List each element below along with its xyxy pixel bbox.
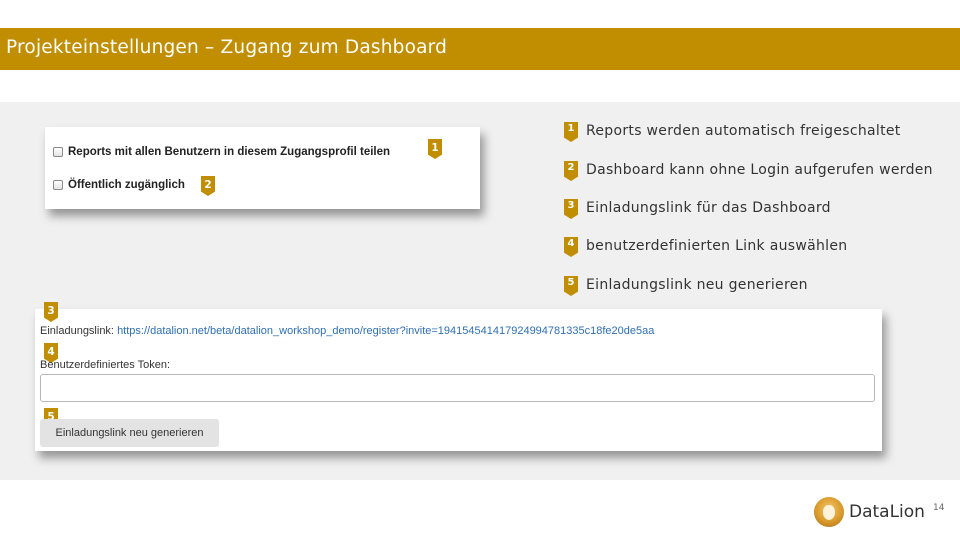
access-settings-panel: Reports mit allen Benutzern in diesem Zu… bbox=[45, 127, 480, 209]
logo-text: DataLion bbox=[849, 502, 925, 522]
custom-token-input[interactable] bbox=[40, 374, 875, 402]
legend-text-3: Einladungslink für das Dashboard bbox=[586, 200, 831, 216]
legend-badge-4: 4 bbox=[564, 237, 578, 257]
legend-item-4: 4 benutzerdefinierten Link auswählen bbox=[564, 237, 847, 257]
public-access-row: Öffentlich zugänglich bbox=[53, 179, 185, 191]
legend-item-2: 2 Dashboard kann ohne Login aufgerufen w… bbox=[564, 161, 933, 181]
share-reports-label: Reports mit allen Benutzern in diesem Zu… bbox=[68, 146, 391, 158]
lion-logo-icon bbox=[814, 497, 844, 527]
legend-text-4: benutzerdefinierten Link auswählen bbox=[586, 238, 848, 254]
callout-badge-2: 2 bbox=[201, 176, 215, 196]
legend-item-3: 3 Einladungslink für das Dashboard bbox=[564, 199, 831, 219]
page-number: 14 bbox=[933, 503, 945, 513]
legend-badge-2: 2 bbox=[564, 161, 578, 181]
legend-badge-1: 1 bbox=[564, 122, 578, 142]
slide-title: Projekteinstellungen – Zugang zum Dashbo… bbox=[6, 37, 448, 58]
public-access-checkbox[interactable] bbox=[53, 180, 63, 190]
regenerate-invite-button[interactable]: Einladungslink neu generieren bbox=[40, 419, 219, 447]
invite-link-url[interactable]: https://datalion.net/beta/datalion_works… bbox=[117, 325, 654, 337]
legend-text-2: Dashboard kann ohne Login aufgerufen wer… bbox=[586, 162, 933, 178]
invite-link-panel: 3 Einladungslink: https://datalion.net/b… bbox=[35, 302, 882, 451]
datalion-logo: DataLion bbox=[814, 497, 925, 527]
slide-title-bar: Projekteinstellungen – Zugang zum Dashbo… bbox=[0, 28, 960, 70]
legend-text-1: Reports werden automatisch freigeschalte… bbox=[586, 123, 901, 139]
legend-text-5: Einladungslink neu generieren bbox=[586, 277, 808, 293]
callout-badge-1: 1 bbox=[428, 139, 442, 159]
callout-badge-3: 3 bbox=[44, 302, 58, 322]
legend-item-5: 5 Einladungslink neu generieren bbox=[564, 276, 808, 296]
custom-token-label: Benutzerdefiniertes Token: bbox=[40, 359, 171, 371]
invite-link-label: Einladungslink: bbox=[40, 325, 114, 337]
legend-badge-3: 3 bbox=[564, 199, 578, 219]
share-reports-checkbox[interactable] bbox=[53, 147, 63, 157]
public-access-label: Öffentlich zugänglich bbox=[68, 179, 185, 191]
invite-link-row: Einladungslink: https://datalion.net/bet… bbox=[40, 325, 654, 337]
legend-item-1: 1 Reports werden automatisch freigeschal… bbox=[564, 122, 901, 142]
share-reports-row: Reports mit allen Benutzern in diesem Zu… bbox=[53, 146, 390, 158]
legend-badge-5: 5 bbox=[564, 276, 578, 296]
